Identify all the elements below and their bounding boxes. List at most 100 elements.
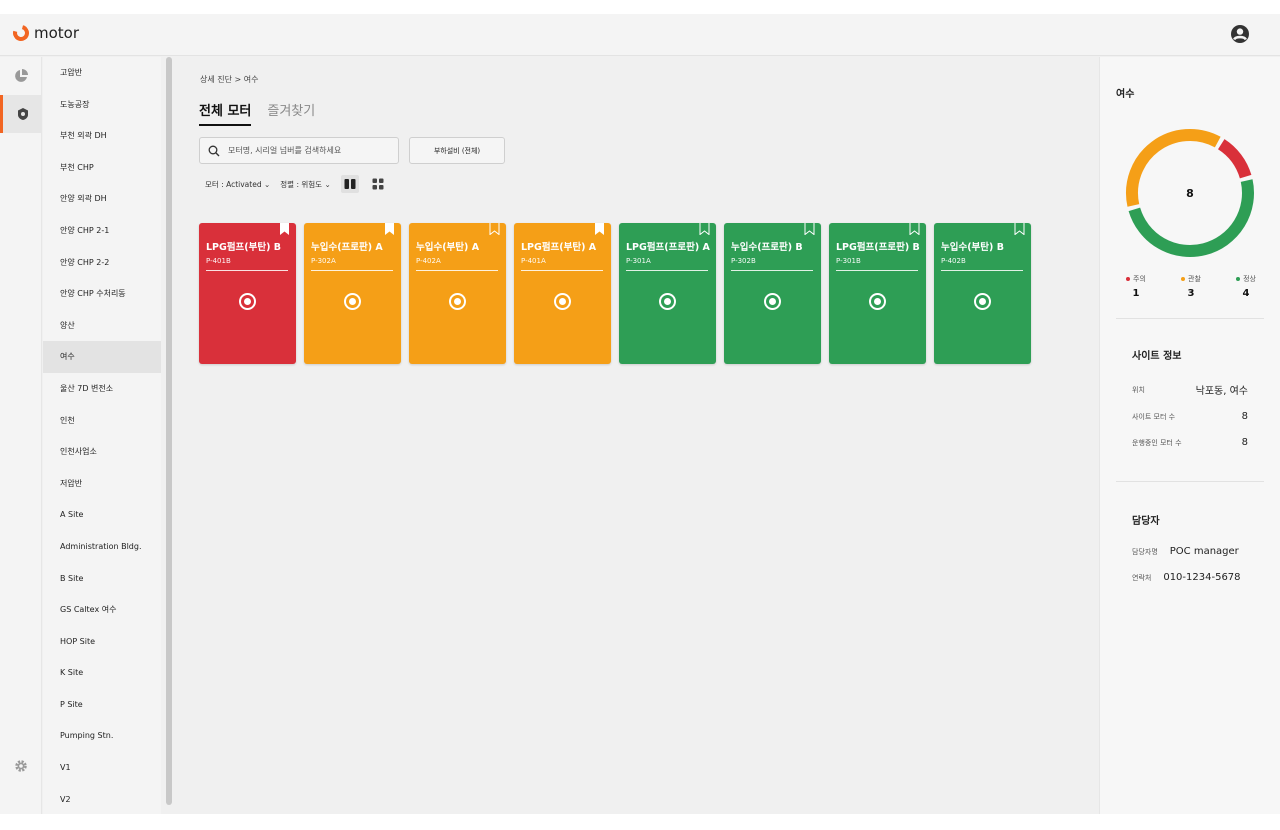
icon-rail <box>0 57 42 814</box>
summary-site-title: 여수 <box>1116 89 1135 100</box>
motor-card[interactable]: LPG펌프(부탄) A P-401A <box>514 223 611 364</box>
card-divider <box>416 270 498 271</box>
motor-card[interactable]: LPG펌프(프로판) B P-301B <box>829 223 926 364</box>
motor-name: LPG펌프(프로판) A <box>626 242 710 253</box>
site-info-title: 사이트 정보 <box>1132 351 1182 362</box>
site-list: 고압반 도농공장 부천 외곽 DH 부천 CHP 안양 외곽 DH 안양 CHP 2-1 안… <box>43 57 161 814</box>
manager-title: 담당자 <box>1132 516 1160 527</box>
sidebar-site-item[interactable]: 안양 외곽 DH <box>43 183 161 215</box>
running-motor-count-row: 운행중인 모터 수 8 <box>1132 437 1248 448</box>
sidebar-site-item[interactable]: 고압반 <box>43 57 161 89</box>
site-motor-count-value: 8 <box>1241 411 1248 422</box>
motor-card[interactable]: LPG펌프(프로판) A P-301A <box>619 223 716 364</box>
sidebar-site-item[interactable]: V2 <box>43 784 161 814</box>
rail-settings[interactable] <box>0 747 42 785</box>
motor-id: P-401A <box>521 257 546 265</box>
divider <box>1116 318 1264 319</box>
small-grid-view-button[interactable] <box>369 175 387 193</box>
motor-card[interactable]: 누입수(부탄) A P-402A <box>409 223 506 364</box>
bookmark-icon[interactable] <box>909 223 920 235</box>
donut-segment <box>1126 129 1221 207</box>
site-location-row: 위치 낙포동, 여수 <box>1132 382 1248 398</box>
motor-card[interactable]: 누입수(프로판) A P-302A <box>304 223 401 364</box>
logo-text: motor <box>34 24 80 42</box>
manager-name-value: POC manager <box>1169 546 1239 557</box>
legend-normal-label: 정상 <box>1236 274 1256 284</box>
status-legend: 주의 1 관찰 3 정상 4 <box>1126 274 1256 299</box>
sidebar-site-item[interactable]: 안양 CHP 수처리동 <box>43 278 161 310</box>
motor-id: P-301A <box>626 257 651 265</box>
legend-watch: 관찰 3 <box>1181 274 1201 299</box>
motor-filter-dropdown[interactable]: 모터 : Activated ⌄ <box>205 179 270 190</box>
bookmark-icon[interactable] <box>699 223 710 235</box>
card-view-button[interactable] <box>340 175 359 193</box>
equipment-filter-button[interactable]: 부하설비 (전체) <box>409 137 505 164</box>
sidebar-site-item[interactable]: 도농공장 <box>43 89 161 121</box>
legend-warning: 주의 1 <box>1126 274 1146 299</box>
sidebar-site-item[interactable]: Pumping Stn. <box>43 720 161 752</box>
search-input[interactable] <box>228 146 388 155</box>
motor-name: 누입수(부탄) B <box>941 242 1004 253</box>
chevron-down-icon: ⌄ <box>324 179 331 189</box>
card-divider <box>521 270 603 271</box>
status-indicator-icon <box>344 293 361 310</box>
sidebar-site-item[interactable]: B Site <box>43 563 161 595</box>
sidebar-site-item[interactable]: P Site <box>43 689 161 721</box>
shield-icon <box>17 108 28 120</box>
sidebar-site-item[interactable]: 울산 7D 변전소 <box>43 373 161 405</box>
bookmark-icon[interactable] <box>1014 223 1025 235</box>
status-indicator-icon <box>869 293 886 310</box>
motor-card[interactable]: 누입수(프로판) B P-302B <box>724 223 821 364</box>
sidebar-site-item[interactable]: A Site <box>43 499 161 531</box>
card-divider <box>626 270 708 271</box>
motor-card[interactable]: 누입수(부탄) B P-402B <box>934 223 1031 364</box>
motor-card[interactable]: LPG펌프(부탄) B P-401B <box>199 223 296 364</box>
motor-id: P-402A <box>416 257 441 265</box>
search-box[interactable] <box>199 137 399 164</box>
motor-name: 누입수(부탄) A <box>416 242 480 253</box>
main-panel: 상세 진단 > 여수 전체 모터 즐겨찾기 부하설비 (전체) 모터 : Act… <box>172 57 1098 814</box>
sidebar-site-item[interactable]: 안양 CHP 2-2 <box>43 247 161 279</box>
sidebar-site-item[interactable]: K Site <box>43 657 161 689</box>
manager-phone-row: 연락처 010-1234-5678 <box>1132 572 1241 583</box>
sidebar-site-item[interactable]: V1 <box>43 752 161 784</box>
sidebar-site-item[interactable]: GS Caltex 여수 <box>43 594 161 626</box>
site-location-key: 위치 <box>1132 385 1145 394</box>
sidebar-site-item[interactable]: 여수 <box>43 341 161 373</box>
sidebar-site-item[interactable]: 부천 외곽 DH <box>43 120 161 152</box>
card-divider <box>311 270 393 271</box>
sort-dropdown[interactable]: 정렬 : 위험도 ⌄ <box>280 179 330 190</box>
bookmark-icon[interactable] <box>804 223 815 235</box>
status-indicator-icon <box>764 293 781 310</box>
status-indicator-icon <box>449 293 466 310</box>
user-account-icon[interactable] <box>1230 24 1250 44</box>
bookmark-icon[interactable] <box>594 223 605 235</box>
sidebar-site-item[interactable]: Administration Bldg. <box>43 531 161 563</box>
rail-dashboard[interactable] <box>0 57 42 95</box>
sidebar-site-item[interactable]: 부천 CHP <box>43 152 161 184</box>
motor-id: P-401B <box>206 257 231 265</box>
tab-all-motors[interactable]: 전체 모터 <box>199 100 252 126</box>
tab-favorites[interactable]: 즐겨찾기 <box>267 100 315 126</box>
motor-name: 누입수(프로판) A <box>311 242 383 253</box>
sidebar-site-item[interactable]: 저압반 <box>43 468 161 500</box>
motor-id: P-302B <box>731 257 756 265</box>
logo[interactable]: motor <box>10 22 80 44</box>
bookmark-icon[interactable] <box>279 223 290 235</box>
bookmark-icon[interactable] <box>384 223 395 235</box>
site-motor-count-row: 사이트 모터 수 8 <box>1132 411 1248 422</box>
rail-diagnosis[interactable] <box>0 95 42 133</box>
tab-bar: 전체 모터 즐겨찾기 <box>199 100 315 126</box>
sidebar-site-item[interactable]: 양산 <box>43 310 161 342</box>
sidebar-site-item[interactable]: 인천사업소 <box>43 436 161 468</box>
sidebar-site-item[interactable]: 인천 <box>43 405 161 437</box>
chevron-down-icon: ⌄ <box>263 179 271 189</box>
donut-segment <box>1217 139 1252 179</box>
sort-label: 정렬 : 위험도 <box>280 179 323 189</box>
status-indicator-icon <box>554 293 571 310</box>
sidebar-site-item[interactable]: HOP Site <box>43 626 161 658</box>
legend-warning-label: 주의 <box>1126 274 1146 284</box>
manager-name-key: 담당자명 <box>1132 547 1158 556</box>
sidebar-site-item[interactable]: 안양 CHP 2-1 <box>43 215 161 247</box>
bookmark-icon[interactable] <box>489 223 500 235</box>
